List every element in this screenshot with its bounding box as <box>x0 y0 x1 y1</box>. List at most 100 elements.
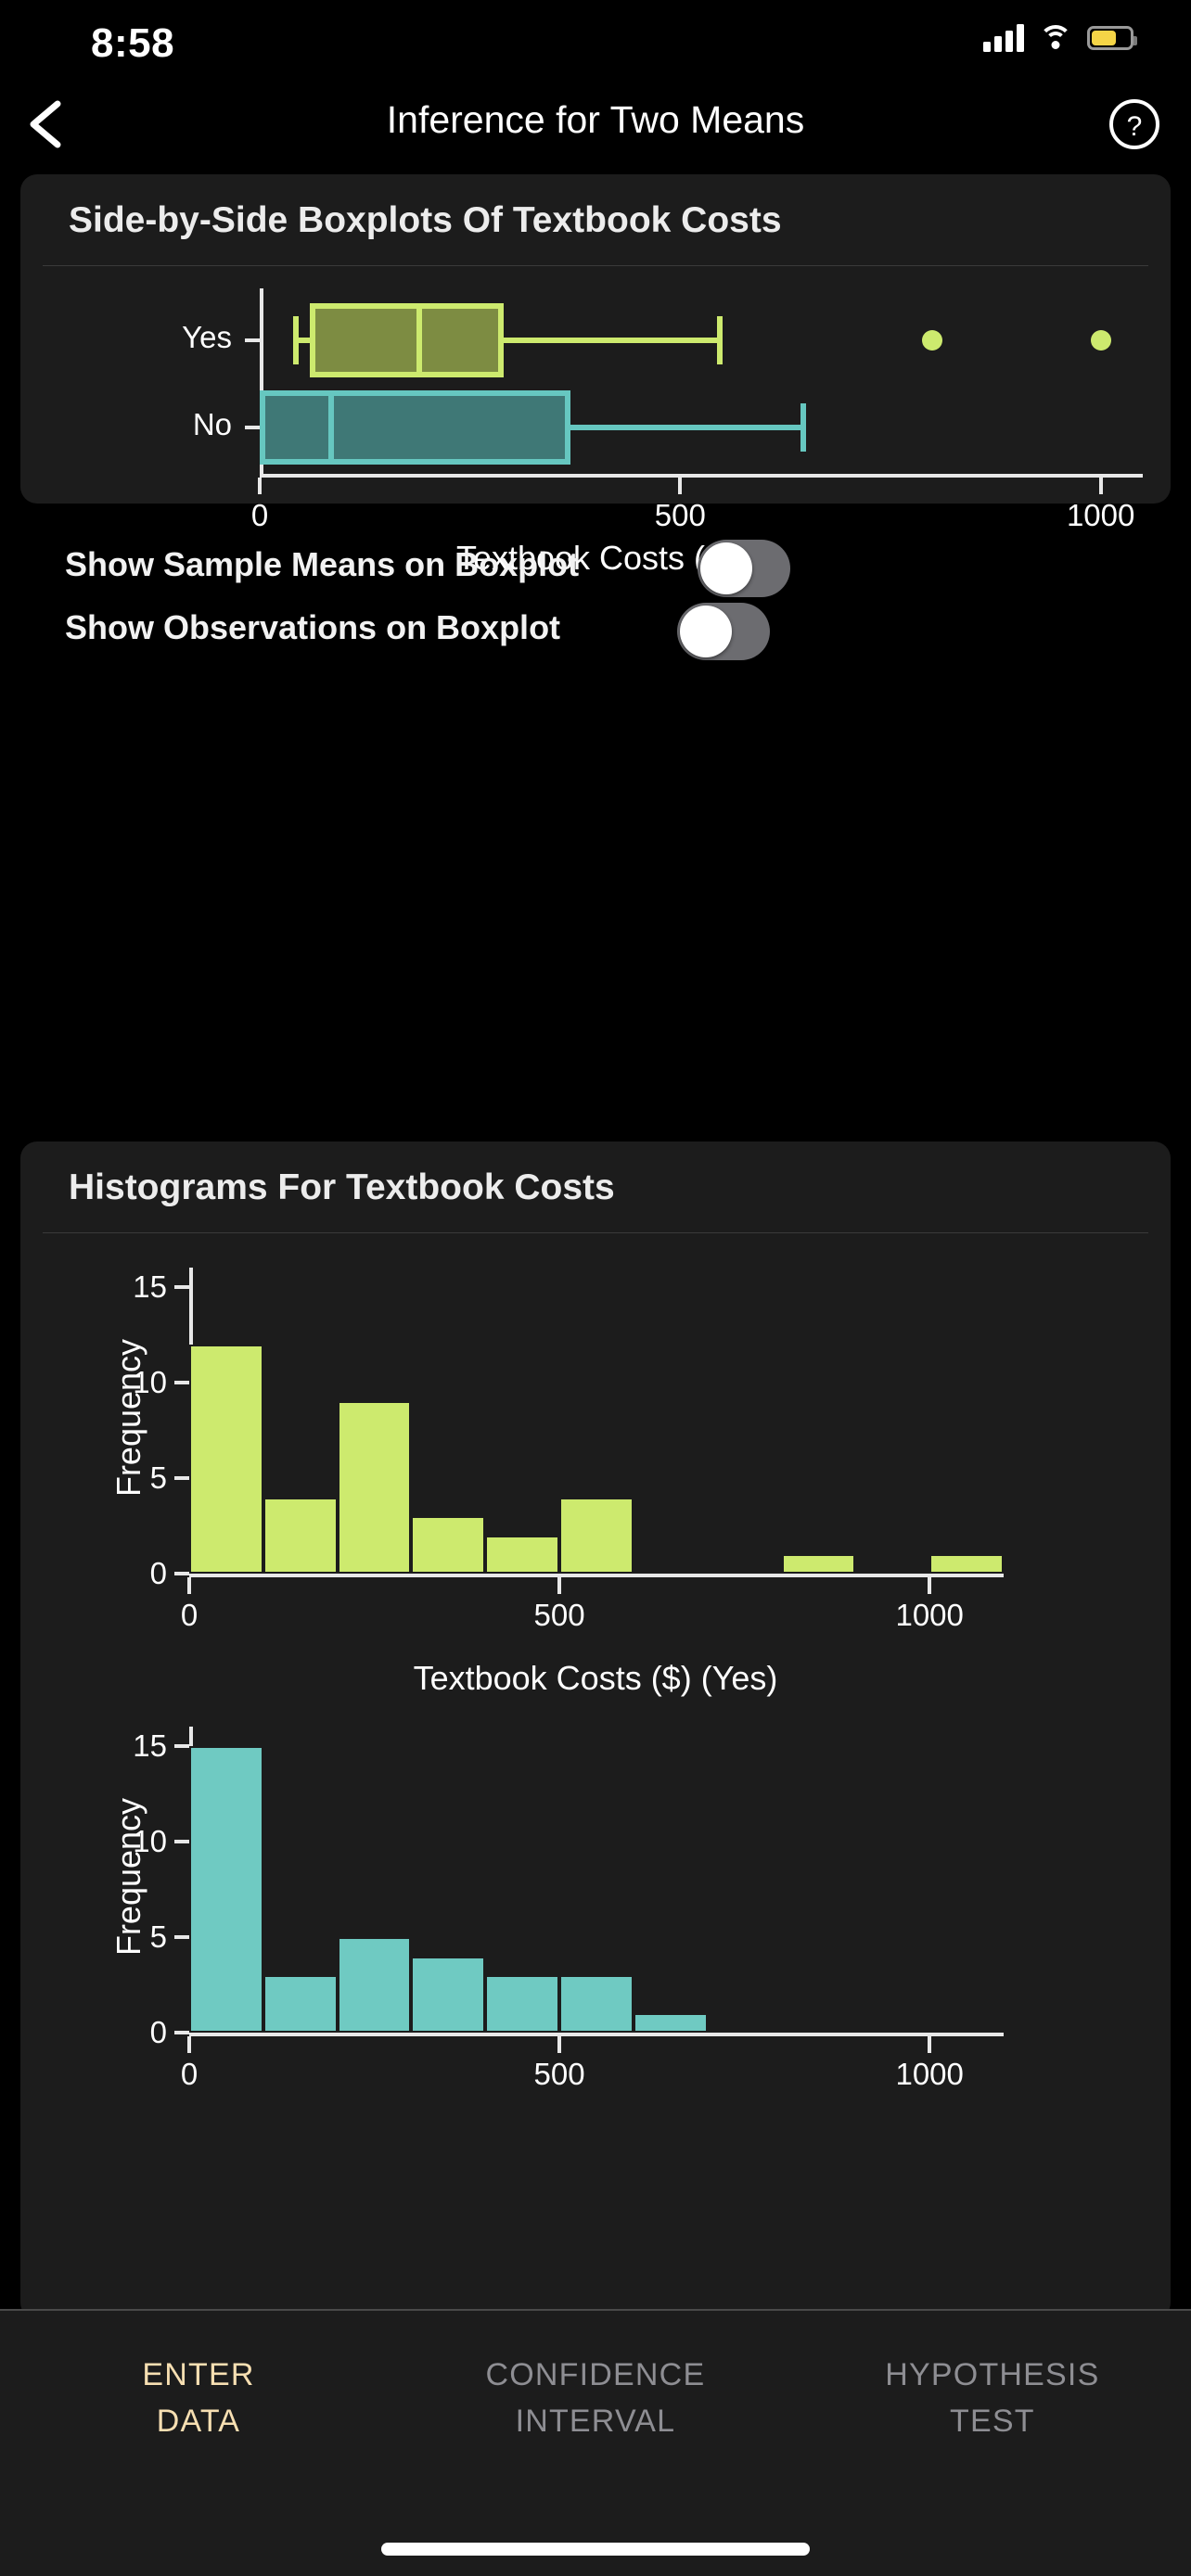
hist-yes-xtick-500 <box>557 1577 561 1594</box>
hist-no-ytick-5 <box>174 1935 189 1939</box>
toggle-observations[interactable] <box>677 603 770 660</box>
hist-no-bar-1 <box>263 1975 338 2033</box>
toggle-knob <box>700 542 752 594</box>
tab-hypothesis-test-line1: HYPOTHESIS <box>794 2352 1191 2398</box>
svg-text:?: ? <box>1127 111 1143 142</box>
hist-no-ytick-0 <box>174 2031 189 2034</box>
boxplot-whisker-cap-left-yes <box>293 316 299 364</box>
hist-yes-bar-1 <box>263 1498 338 1575</box>
boxplot-whisker-cap-right-no <box>800 403 806 452</box>
boxplot-xtick-label-0: 0 <box>251 498 268 533</box>
hist-no-ytick-15 <box>174 1744 189 1748</box>
histogram-card: Histograms For Textbook Costs 0510150500… <box>20 1141 1171 2309</box>
scroll-content[interactable]: Side-by-Side Boxplots Of Textbook Costs … <box>0 163 1191 2309</box>
boxplot-box-yes <box>310 303 504 377</box>
hist-yes-x-axis-caption: Textbook Costs ($) (Yes) <box>20 1659 1171 1698</box>
status-bar: 8:58 <box>0 0 1191 82</box>
hist-no-xtick-label-0: 0 <box>181 2057 198 2092</box>
boxplot-card-title: Side-by-Side Boxplots Of Textbook Costs <box>20 174 1171 265</box>
histogram-chart-no: 05101505001000Frequency <box>20 1710 1171 2146</box>
tab-confidence-interval-line1: CONFIDENCE <box>397 2352 794 2398</box>
status-indicators <box>983 24 1133 52</box>
hist-no-bar-3 <box>411 1957 485 2034</box>
hist-yes-bar-3 <box>411 1516 485 1574</box>
boxplot-outlier-yes-0 <box>922 330 942 351</box>
boxplot-outlier-yes-1 <box>1091 330 1111 351</box>
card-divider <box>43 265 1148 266</box>
boxplot-box-no <box>260 390 570 465</box>
boxplot-xtick-label-500: 500 <box>655 498 706 533</box>
battery-low-power-icon <box>1087 26 1133 50</box>
hist-no-xtick-label-500: 500 <box>534 2057 585 2092</box>
hist-yes-y-axis-label: Frequency <box>109 1260 148 1575</box>
toggle-label-sample-means: Show Sample Means on Boxplot <box>65 545 579 584</box>
hist-yes-bar-5 <box>559 1498 634 1575</box>
boxplot-tick-no <box>245 426 260 429</box>
toggle-sample-means[interactable] <box>698 540 790 597</box>
boxplot-median-no <box>328 390 334 465</box>
toggle-row-observations: Show Observations on Boxplot <box>0 597 1191 666</box>
tab-hypothesis-test[interactable]: HYPOTHESIS TEST <box>794 2352 1191 2444</box>
hist-no-xtick-label-1000: 1000 <box>895 2057 963 2092</box>
hist-yes-bar-2 <box>338 1401 412 1574</box>
navigation-bar: Inference for Two Means ? <box>0 82 1191 163</box>
toggle-knob <box>680 606 732 657</box>
histogram-card-title: Histograms For Textbook Costs <box>20 1141 1171 1232</box>
hist-no-bar-2 <box>338 1937 412 2033</box>
histogram-chart-yes: 05101505001000FrequencyTextbook Costs ($… <box>20 1251 1171 1710</box>
boxplot-x-axis <box>260 474 1143 478</box>
hist-yes-ytick-10 <box>174 1381 189 1384</box>
boxplot-whisker-right-yes <box>504 338 723 343</box>
bottom-tab-bar: ENTER DATA CONFIDENCE INTERVAL HYPOTHESI… <box>0 2309 1191 2576</box>
tab-enter-data-line1: ENTER <box>0 2352 397 2398</box>
hist-no-bar-4 <box>485 1975 559 2033</box>
page-title: Inference for Two Means <box>0 98 1191 142</box>
hist-yes-ytick-15 <box>174 1285 189 1289</box>
boxplot-xtick-label-1000: 1000 <box>1067 498 1134 533</box>
hist-yes-ytick-5 <box>174 1476 189 1480</box>
tab-confidence-interval[interactable]: CONFIDENCE INTERVAL <box>397 2352 794 2444</box>
boxplot-whisker-cap-right-yes <box>717 316 723 364</box>
tab-confidence-interval-line2: INTERVAL <box>397 2398 794 2444</box>
boxplot-xtick-0 <box>258 478 262 494</box>
hist-yes-xtick-label-500: 500 <box>534 1598 585 1633</box>
boxplot-category-label-yes: Yes <box>121 320 232 355</box>
hist-no-xtick-1000 <box>928 2036 931 2053</box>
boxplot-xtick-500 <box>678 478 682 494</box>
toggle-row-sample-means: Show Sample Means on Boxplot <box>0 534 1191 603</box>
hist-yes-xtick-0 <box>187 1577 191 1594</box>
hist-no-xtick-500 <box>557 2036 561 2053</box>
question-circle-icon[interactable]: ? <box>1108 97 1161 151</box>
hist-yes-xtick-label-0: 0 <box>181 1598 198 1633</box>
hist-no-ytick-10 <box>174 1840 189 1843</box>
hist-yes-ytick-0 <box>174 1572 189 1575</box>
boxplot-xtick-1000 <box>1099 478 1103 494</box>
boxplot-chart: YesNo05001000Textbook Costs ($) <box>20 281 1171 504</box>
hist-no-bar-5 <box>559 1975 634 2033</box>
boxplot-median-yes <box>416 303 422 377</box>
signal-bars-icon <box>983 24 1024 52</box>
boxplot-category-label-no: No <box>121 407 232 442</box>
hist-no-x-axis <box>189 2033 1004 2036</box>
hist-no-bar-6 <box>634 2013 708 2033</box>
hist-yes-bar-4 <box>485 1536 559 1574</box>
boxplot-tick-yes <box>245 338 260 342</box>
hist-yes-bar-0 <box>189 1345 263 1575</box>
hist-no-bar-0 <box>189 1746 263 2033</box>
hist-yes-xtick-1000 <box>928 1577 931 1594</box>
hist-yes-bar-6 <box>782 1554 856 1574</box>
tab-enter-data[interactable]: ENTER DATA <box>0 2352 397 2444</box>
hist-no-xtick-0 <box>187 2036 191 2053</box>
status-time: 8:58 <box>91 20 174 67</box>
hist-yes-x-axis <box>189 1574 1004 1577</box>
tab-enter-data-line2: DATA <box>0 2398 397 2444</box>
card-divider <box>43 1232 1148 1233</box>
wifi-icon <box>1039 25 1072 51</box>
hist-yes-bar-7 <box>929 1554 1004 1574</box>
hist-yes-xtick-label-1000: 1000 <box>895 1598 963 1633</box>
boxplot-card: Side-by-Side Boxplots Of Textbook Costs … <box>20 174 1171 504</box>
tab-hypothesis-test-line2: TEST <box>794 2398 1191 2444</box>
home-indicator <box>381 2543 810 2556</box>
boxplot-whisker-right-no <box>570 425 806 430</box>
hist-no-y-axis-label: Frequency <box>109 1719 148 2034</box>
